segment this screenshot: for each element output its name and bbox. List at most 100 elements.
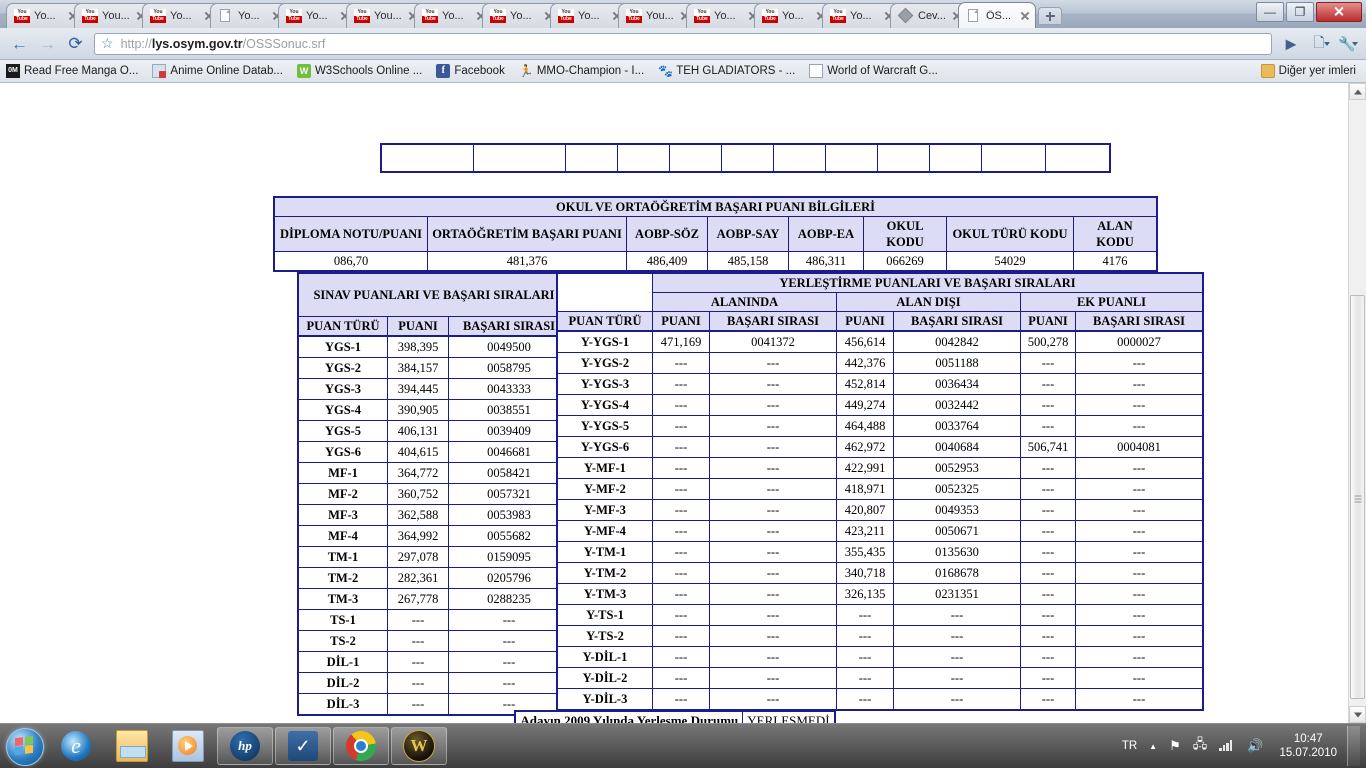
bookmark-label: World of Warcraft G... bbox=[827, 65, 938, 77]
flag-icon[interactable]: ⚑ bbox=[1169, 738, 1181, 754]
placement-cell: 0050671 bbox=[893, 520, 1021, 542]
placement-score-type: Y-YGS-5 bbox=[556, 415, 653, 437]
school-table-header-row: DİPLOMA NOTU/PUANI ORTAÖĞRETİM BAŞARI PUA… bbox=[273, 216, 1158, 252]
forward-button[interactable]: → bbox=[34, 31, 61, 56]
show-desktop-button[interactable] bbox=[1347, 726, 1360, 766]
browser-tab[interactable]: Cev... bbox=[890, 3, 968, 28]
go-arrow-icon: ▶ bbox=[1285, 35, 1297, 51]
reload-button[interactable]: ⟳ bbox=[62, 31, 89, 56]
wrench-menu-button[interactable]: 🔧 bbox=[1334, 31, 1360, 56]
bookmark-item[interactable]: 0M Read Free Manga O... bbox=[6, 64, 138, 78]
exam-cell: 297,078 bbox=[387, 546, 449, 568]
table-row: Y-YGS-5 --- --- 464,488 0033764 --- --- bbox=[556, 415, 1204, 437]
close-button[interactable]: ✕ bbox=[1316, 2, 1362, 22]
placement-cell: 0004081 bbox=[1075, 436, 1204, 458]
tray-language[interactable]: TR bbox=[1122, 740, 1137, 752]
placement-cell: --- bbox=[709, 667, 837, 689]
browser-tab[interactable]: You Tube You... bbox=[74, 3, 152, 28]
browser-tab[interactable]: You Tube You... bbox=[618, 3, 696, 28]
placement-cell: --- bbox=[652, 415, 710, 437]
placement-cell: --- bbox=[1075, 478, 1204, 500]
placement-table-wrap: YERLEŞTİRME PUANLARI VE BAŞARI SIRALARI … bbox=[556, 272, 1204, 711]
bookmark-item[interactable]: 🏃 MMO-Champion - I... bbox=[519, 64, 644, 78]
placement-score-type: Y-MF-4 bbox=[556, 520, 653, 542]
minimize-button[interactable]: — bbox=[1256, 2, 1284, 22]
placement-score-type: Y-TS-2 bbox=[556, 625, 653, 647]
volume-icon[interactable]: 🔊 bbox=[1247, 738, 1263, 754]
placement-cell: 0049353 bbox=[893, 499, 1021, 521]
url-path: /OSSSonuc.srf bbox=[242, 36, 326, 51]
placement-cell: --- bbox=[1075, 415, 1204, 437]
bookmark-label: Anime Online Datab... bbox=[170, 65, 283, 77]
browser-tab[interactable]: ÖS... bbox=[958, 2, 1036, 28]
placement-cell: --- bbox=[652, 520, 710, 542]
plus-icon bbox=[1045, 11, 1055, 21]
taskbar-item-world-of-warcraft[interactable] bbox=[391, 727, 447, 765]
exam-cell: 394,445 bbox=[387, 378, 449, 400]
tab-close-icon[interactable] bbox=[1019, 10, 1031, 22]
maximize-button[interactable]: ❐ bbox=[1286, 2, 1314, 22]
browser-tab[interactable]: Yo... bbox=[210, 3, 288, 28]
start-button[interactable] bbox=[2, 726, 48, 766]
browser-tab[interactable]: You Tube Yo... bbox=[482, 3, 560, 28]
browser-tab[interactable]: You Tube Yo... bbox=[754, 3, 832, 28]
vertical-scrollbar[interactable] bbox=[1348, 83, 1366, 723]
table-row: TM-3 267,778 0288235 bbox=[297, 588, 571, 610]
table-row: Y-YGS-3 --- --- 452,814 0036434 --- --- bbox=[556, 373, 1204, 395]
bookmark-item[interactable]: World of Warcraft G... bbox=[809, 64, 938, 78]
placement-cell: --- bbox=[1075, 625, 1204, 647]
show-hidden-icons-button[interactable]: ▲ bbox=[1149, 742, 1157, 751]
browser-toolbar: ← → ⟳ ☆ http://lys.osym.gov.tr/OSSSonuc.… bbox=[0, 28, 1366, 60]
taskbar-item-internet-explorer[interactable] bbox=[49, 728, 103, 764]
taskbar-item-windows-explorer[interactable] bbox=[105, 728, 159, 764]
address-bar[interactable]: ☆ http://lys.osym.gov.tr/OSSSonuc.srf bbox=[94, 32, 1272, 55]
taskbar-item-hp-app[interactable] bbox=[217, 727, 273, 765]
exam-score-type: YGS-2 bbox=[297, 357, 388, 379]
school-table-value: 481,376 bbox=[427, 251, 627, 272]
placement-cell: --- bbox=[1020, 541, 1076, 563]
taskbar-item-checkmark-app[interactable] bbox=[275, 727, 331, 765]
table-row: Y-YGS-1 471,169 0041372 456,614 0042842 500,2… bbox=[556, 330, 1204, 353]
clock[interactable]: 10:47 15.07.2010 bbox=[1279, 732, 1337, 760]
bookmark-item[interactable]: 🐾 TEH GLADIATORS - ... bbox=[658, 64, 795, 78]
scrollbar-thumb[interactable] bbox=[1350, 295, 1365, 699]
browser-tab[interactable]: You Tube Yo... bbox=[550, 3, 628, 28]
browser-tab[interactable]: You Tube Yo... bbox=[278, 3, 356, 28]
exam-cell: 282,361 bbox=[387, 567, 449, 589]
browser-tab[interactable]: You Tube Yo... bbox=[6, 3, 84, 28]
taskbar-item-google-chrome[interactable] bbox=[333, 727, 389, 765]
clipped-cell bbox=[617, 143, 670, 173]
browser-tab[interactable]: You Tube You... bbox=[346, 3, 424, 28]
new-tab-button[interactable] bbox=[1038, 7, 1062, 25]
bookmark-star-icon[interactable]: ☆ bbox=[101, 35, 114, 52]
table-row: YGS-3 394,445 0043333 bbox=[297, 378, 571, 400]
browser-tab[interactable]: You Tube Yo... bbox=[822, 3, 900, 28]
youtube-icon: You Tube bbox=[762, 9, 778, 23]
go-button[interactable]: ▶ bbox=[1278, 31, 1304, 56]
forward-arrow-icon: → bbox=[39, 34, 56, 53]
scroll-up-button[interactable] bbox=[1349, 83, 1366, 100]
placement-cell: 0033764 bbox=[893, 415, 1021, 437]
bookmark-item[interactable]: Anime Online Datab... bbox=[152, 64, 283, 78]
placement-cell: --- bbox=[1075, 562, 1204, 584]
bookmarks-bar: 0M Read Free Manga O... Anime Online Datab… bbox=[0, 60, 1366, 83]
youtube-icon: You Tube bbox=[558, 9, 574, 23]
browser-tab[interactable]: You Tube Yo... bbox=[414, 3, 492, 28]
back-button[interactable]: ← bbox=[6, 31, 33, 56]
browser-tab[interactable]: You Tube Yo... bbox=[686, 3, 764, 28]
scroll-down-button[interactable] bbox=[1349, 706, 1366, 723]
placement-cell: --- bbox=[652, 541, 710, 563]
bookmark-other-bookmarks[interactable]: Diğer yer imleri bbox=[1260, 64, 1356, 78]
exam-cell: 0055682 bbox=[448, 525, 571, 547]
browser-tab[interactable]: You Tube Yo... bbox=[142, 3, 220, 28]
tab-label: Yo... bbox=[170, 10, 192, 22]
bookmark-item[interactable]: f Facebook bbox=[436, 64, 505, 78]
network-icon[interactable]: 🖧 bbox=[1193, 735, 1208, 757]
placement-group-header: ALANINDA bbox=[652, 292, 837, 312]
page-menu-button[interactable]: 🗋 bbox=[1306, 31, 1332, 56]
bookmark-item[interactable]: W3Schools Online ... bbox=[296, 64, 422, 78]
taskbar-item-windows-media-player[interactable] bbox=[161, 728, 215, 764]
placement-cell: --- bbox=[1020, 373, 1076, 395]
signal-icon[interactable] bbox=[1219, 739, 1235, 754]
table-row: MF-1 364,772 0058421 bbox=[297, 462, 571, 484]
